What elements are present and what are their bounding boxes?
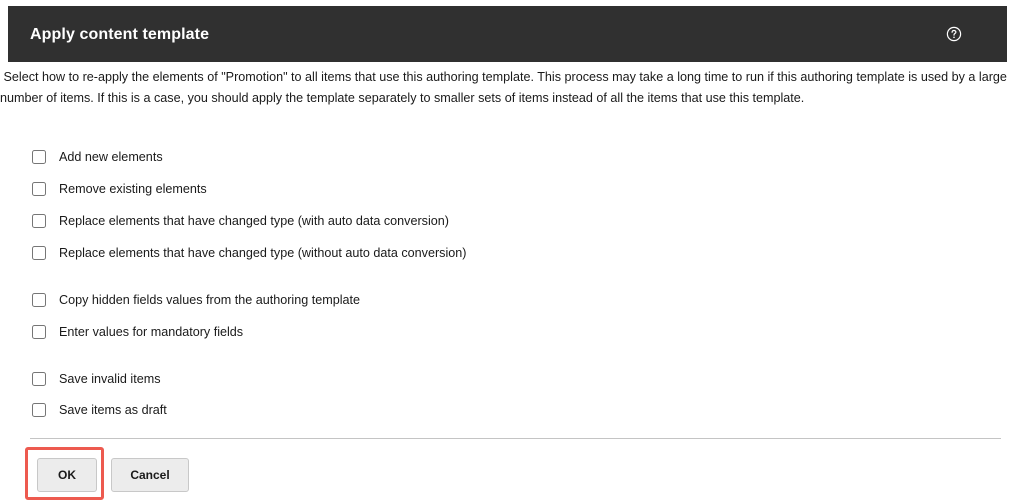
ok-button[interactable]: OK — [37, 458, 97, 492]
option-replace-with-conversion[interactable]: Replace elements that have changed type … — [32, 211, 449, 231]
save-items-as-draft-checkbox[interactable] — [32, 403, 46, 417]
add-new-elements-checkbox[interactable] — [32, 150, 46, 164]
replace-with-conversion-checkbox[interactable] — [32, 214, 46, 228]
option-copy-hidden-fields[interactable]: Copy hidden fields values from the autho… — [32, 290, 360, 310]
option-enter-mandatory-values[interactable]: Enter values for mandatory fields — [32, 322, 243, 342]
option-replace-without-conversion[interactable]: Replace elements that have changed type … — [32, 243, 466, 263]
option-label[interactable]: Enter values for mandatory fields — [59, 325, 243, 339]
option-label[interactable]: Save items as draft — [59, 403, 167, 417]
help-circle-icon[interactable] — [946, 26, 962, 42]
cancel-button[interactable]: Cancel — [111, 458, 189, 492]
option-save-items-as-draft[interactable]: Save items as draft — [32, 400, 167, 420]
option-label[interactable]: Save invalid items — [59, 372, 161, 386]
copy-hidden-fields-checkbox[interactable] — [32, 293, 46, 307]
option-label[interactable]: Remove existing elements — [59, 182, 207, 196]
dialog-title: Apply content template — [30, 26, 210, 43]
option-label[interactable]: Copy hidden fields values from the autho… — [59, 293, 360, 307]
option-add-new-elements[interactable]: Add new elements — [32, 147, 163, 167]
dialog-description: Select how to re-apply the elements of "… — [0, 70, 1011, 105]
option-label[interactable]: Add new elements — [59, 150, 163, 164]
option-save-invalid-items[interactable]: Save invalid items — [32, 369, 161, 389]
option-label[interactable]: Replace elements that have changed type … — [59, 214, 449, 228]
save-invalid-items-checkbox[interactable] — [32, 372, 46, 386]
option-label[interactable]: Replace elements that have changed type … — [59, 246, 466, 260]
dialog-header: Apply content template — [8, 6, 1007, 62]
replace-without-conversion-checkbox[interactable] — [32, 246, 46, 260]
remove-existing-elements-checkbox[interactable] — [32, 182, 46, 196]
option-remove-existing-elements[interactable]: Remove existing elements — [32, 179, 207, 199]
button-divider — [30, 438, 1001, 439]
enter-mandatory-values-checkbox[interactable] — [32, 325, 46, 339]
